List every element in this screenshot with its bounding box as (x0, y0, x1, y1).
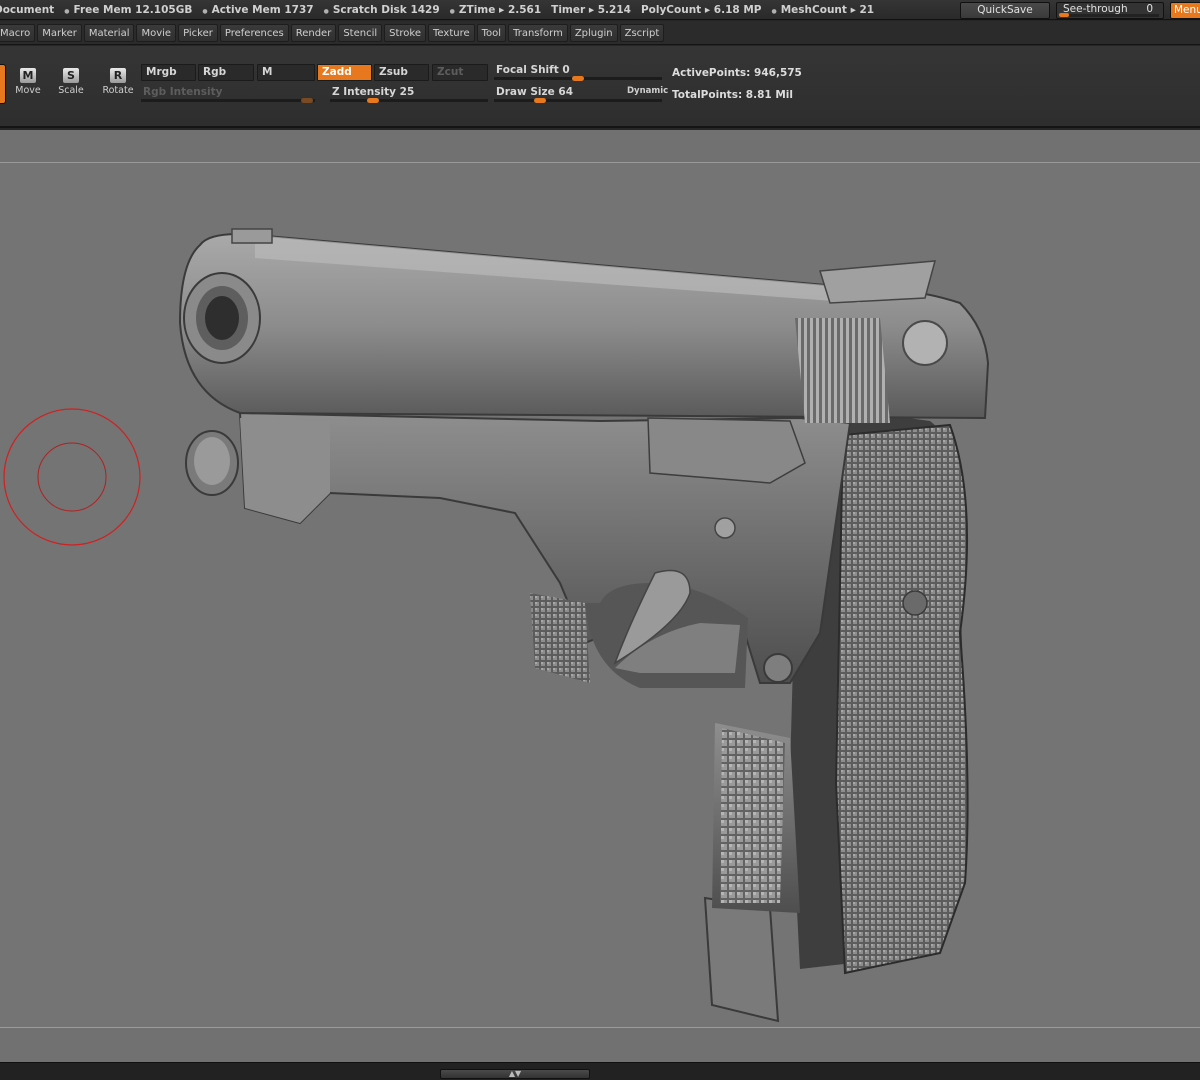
menu-item-stencil[interactable]: Stencil (338, 24, 383, 42)
rgb-intensity-label: Rgb Intensity (143, 86, 223, 98)
status-items: Document ● Free Mem 12.105GB ● Active Mem 17… (0, 4, 880, 16)
menu-item-zscript[interactable]: Zscript (619, 24, 665, 42)
scale-icon: S (63, 68, 79, 83)
see-through-knob[interactable] (1059, 13, 1069, 17)
tray-toggle-button[interactable]: ▲▼ (440, 1069, 590, 1079)
menu-item-material[interactable]: Material (83, 24, 135, 42)
menu-list: Macro Marker Material Movie Picker Preference… (0, 24, 665, 42)
focal-shift-label: Focal Shift (496, 64, 559, 76)
canvas-top-margin (0, 130, 1200, 162)
bullet-icon: ● (449, 7, 455, 15)
zadd-button[interactable]: Zadd (317, 64, 372, 81)
pistol-model[interactable] (0, 163, 1200, 1029)
status-bar: Document ● Free Mem 12.105GB ● Active Mem 17… (0, 0, 1200, 20)
menu-item-picker[interactable]: Picker (178, 24, 218, 42)
menu-item-movie[interactable]: Movie (136, 24, 177, 42)
status-item: Document (0, 4, 60, 16)
status-item: Timer ▸ 5.214 (547, 4, 637, 16)
total-points: TotalPoints: 8.81 Mil (672, 89, 794, 101)
rotate-label: Rotate (102, 85, 134, 96)
status-item-label: Scratch Disk 1429 (332, 3, 440, 16)
status-item-label: MeshCount ▸ 21 (780, 3, 875, 16)
status-item: ● MeshCount ▸ 21 (767, 4, 880, 16)
status-item-label: Free Mem 12.105GB (73, 3, 193, 16)
quicksave-button[interactable]: QuickSave (960, 2, 1050, 19)
rotate-icon: R (110, 68, 126, 83)
menu-bar: Macro Marker Material Movie Picker Preference… (0, 21, 1200, 45)
zcut-button[interactable]: Zcut (432, 64, 488, 81)
dynamic-toggle[interactable]: Dynamic (627, 86, 668, 96)
top-shelf: M Move S Scale R Rotate Mrgb Rgb M Zadd … (0, 46, 1200, 128)
menu-item-render[interactable]: Render (290, 24, 337, 42)
see-through-track[interactable] (1059, 13, 1159, 17)
canvas-frame (0, 130, 1200, 1062)
focal-shift-slider[interactable]: Focal Shift 0 (494, 64, 662, 81)
status-item: ● Scratch Disk 1429 (320, 4, 446, 16)
zsub-button[interactable]: Zsub (374, 64, 429, 81)
active-points: ActivePoints: 946,575 (672, 67, 802, 79)
status-item: ● ZTime ▸ 2.561 (446, 4, 547, 16)
rgb-intensity-slider[interactable]: Rgb Intensity (141, 86, 315, 103)
menu-item-tool[interactable]: Tool (476, 24, 507, 42)
menu-item-zplugin[interactable]: Zplugin (569, 24, 618, 42)
status-item: ● Active Mem 1737 (198, 4, 319, 16)
scale-button[interactable]: S Scale (53, 68, 89, 100)
menu-item-macro[interactable]: Macro (0, 24, 36, 42)
see-through-slider[interactable]: See-through 0 (1056, 2, 1164, 19)
bottom-tray: ▲▼ (0, 1062, 1200, 1080)
status-item-label: ZTime ▸ 2.561 (458, 3, 542, 16)
scale-label: Scale (58, 85, 84, 96)
status-item-label: PolyCount ▸ 6.18 MP (640, 3, 762, 16)
menus-button[interactable]: Menus (1170, 2, 1200, 19)
bullet-icon: ● (323, 7, 329, 15)
rotate-button[interactable]: R Rotate (100, 68, 136, 100)
edit-button[interactable] (0, 64, 6, 104)
mrgb-button[interactable]: Mrgb (141, 64, 196, 81)
menu-item-stroke[interactable]: Stroke (384, 24, 427, 42)
menu-item-preferences[interactable]: Preferences (219, 24, 289, 42)
status-item-label: Active Mem 1737 (211, 3, 314, 16)
menu-item-transform[interactable]: Transform (508, 24, 568, 42)
z-intensity-value: 25 (399, 86, 415, 98)
canvas-bottom-margin (0, 1028, 1200, 1062)
rgb-button[interactable]: Rgb (198, 64, 254, 81)
document-canvas[interactable] (0, 162, 1200, 1028)
brush-cursor (3, 408, 141, 546)
status-item-label: Timer ▸ 5.214 (551, 3, 631, 16)
menu-item-texture[interactable]: Texture (428, 24, 475, 42)
draw-size-label: Draw Size (496, 86, 555, 98)
status-item: ● Free Mem 12.105GB (60, 4, 198, 16)
bullet-icon: ● (202, 7, 208, 15)
move-icon: M (20, 68, 36, 83)
zbrush-window: Document ● Free Mem 12.105GB ● Active Mem 17… (0, 0, 1200, 1080)
status-item-label: Document (0, 3, 55, 16)
bullet-icon: ● (771, 7, 777, 15)
menu-item-marker[interactable]: Marker (37, 24, 82, 42)
status-item: PolyCount ▸ 6.18 MP (637, 4, 768, 16)
draw-size-value: 64 (558, 86, 574, 98)
z-intensity-slider[interactable]: Z Intensity 25 (330, 86, 488, 103)
move-label: Move (15, 85, 41, 96)
m-button[interactable]: M (257, 64, 315, 81)
focal-shift-value: 0 (562, 64, 570, 76)
bullet-icon: ● (64, 7, 70, 15)
move-button[interactable]: M Move (10, 68, 46, 100)
z-intensity-label: Z Intensity (332, 86, 396, 98)
